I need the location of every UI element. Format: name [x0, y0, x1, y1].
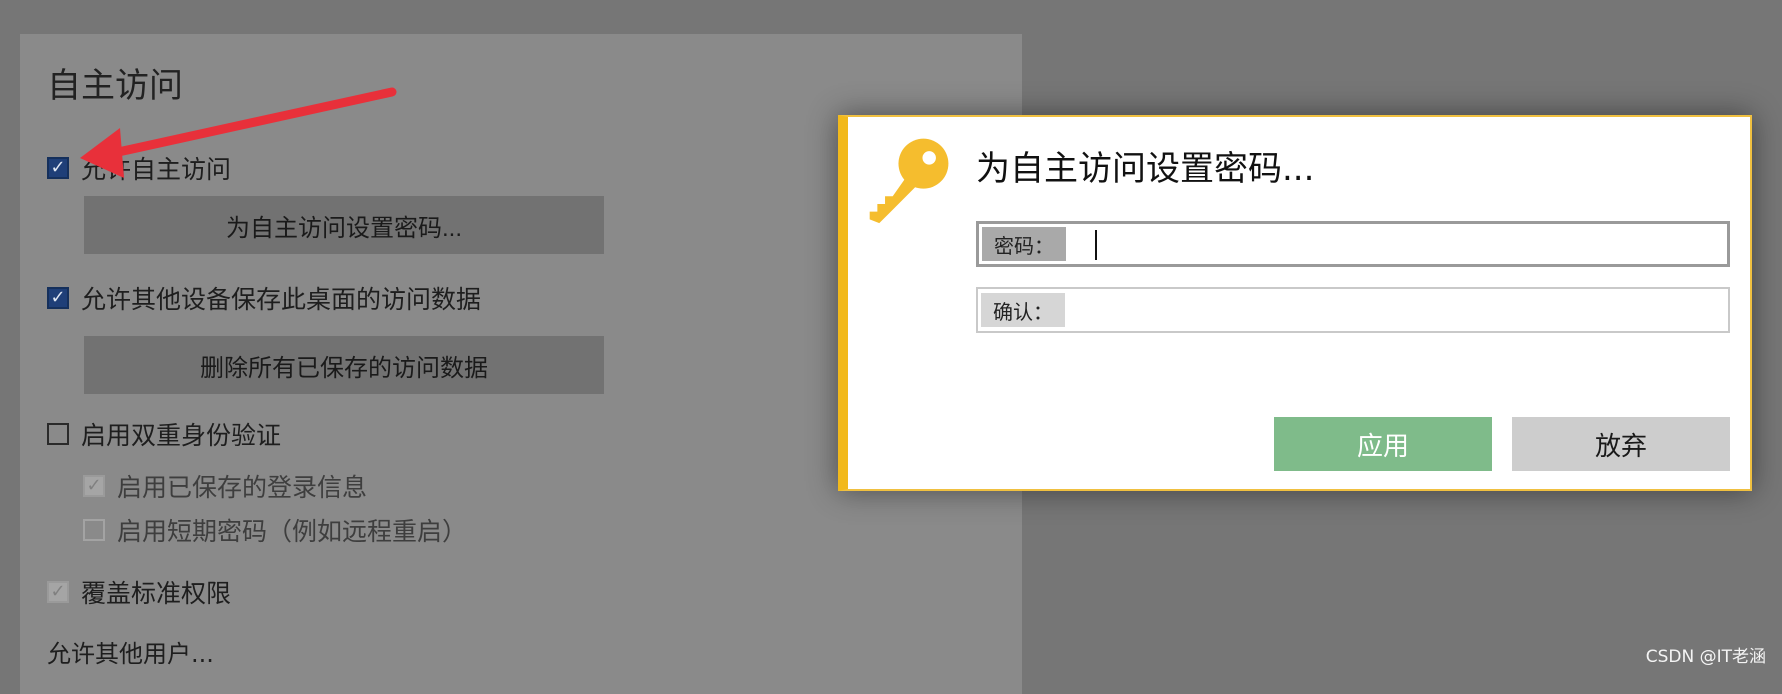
override-permissions-row: ✓ 覆盖标准权限 — [47, 574, 231, 610]
override-permissions-label: 覆盖标准权限 — [81, 579, 232, 608]
short-password-label: 启用短期密码（例如远程重启） — [117, 517, 468, 546]
text-cursor — [1095, 230, 1097, 260]
short-password-checkbox — [83, 519, 105, 541]
saved-login-checkbox: ✓ — [83, 475, 105, 497]
watermark: CSDN @IT老涵 — [1645, 647, 1766, 667]
allow-save-data-label: 允许其他设备保存此桌面的访问数据 — [81, 285, 482, 314]
password-field[interactable]: 密码： — [976, 221, 1730, 267]
password-input[interactable] — [1066, 223, 1727, 265]
two-factor-row[interactable]: 启用双重身份验证 — [47, 416, 281, 452]
password-label: 密码： — [982, 227, 1066, 261]
cancel-button[interactable]: 放弃 — [1512, 417, 1730, 471]
key-icon — [869, 138, 949, 224]
saved-login-label: 启用已保存的登录信息 — [117, 473, 368, 502]
confirm-label: 确认： — [981, 293, 1065, 327]
panel-title: 自主访问 — [47, 66, 183, 106]
allow-other-users-link[interactable]: 允许其他用户... — [47, 634, 214, 669]
allow-save-data-checkbox[interactable]: ✓ — [47, 287, 69, 309]
allow-access-row[interactable]: ✓ 允许自主访问 — [47, 150, 231, 186]
short-password-row: 启用短期密码（例如远程重启） — [83, 512, 467, 548]
confirm-input[interactable] — [1065, 288, 1728, 332]
apply-button[interactable]: 应用 — [1274, 417, 1492, 471]
two-factor-label: 启用双重身份验证 — [81, 421, 282, 450]
two-factor-checkbox[interactable] — [47, 423, 69, 445]
set-password-button[interactable]: 为自主访问设置密码... — [84, 196, 604, 254]
override-permissions-checkbox: ✓ — [47, 581, 69, 603]
dialog-title: 为自主访问设置密码... — [976, 149, 1315, 189]
allow-save-data-row[interactable]: ✓ 允许其他设备保存此桌面的访问数据 — [47, 280, 481, 316]
delete-saved-data-button[interactable]: 删除所有已保存的访问数据 — [84, 336, 604, 394]
saved-login-row: ✓ 启用已保存的登录信息 — [83, 468, 367, 504]
allow-access-checkbox[interactable]: ✓ — [47, 157, 69, 179]
allow-access-label: 允许自主访问 — [81, 155, 232, 184]
set-password-dialog: 为自主访问设置密码... 密码： 确认： 应用 放弃 — [838, 115, 1752, 491]
confirm-field[interactable]: 确认： — [976, 287, 1730, 333]
